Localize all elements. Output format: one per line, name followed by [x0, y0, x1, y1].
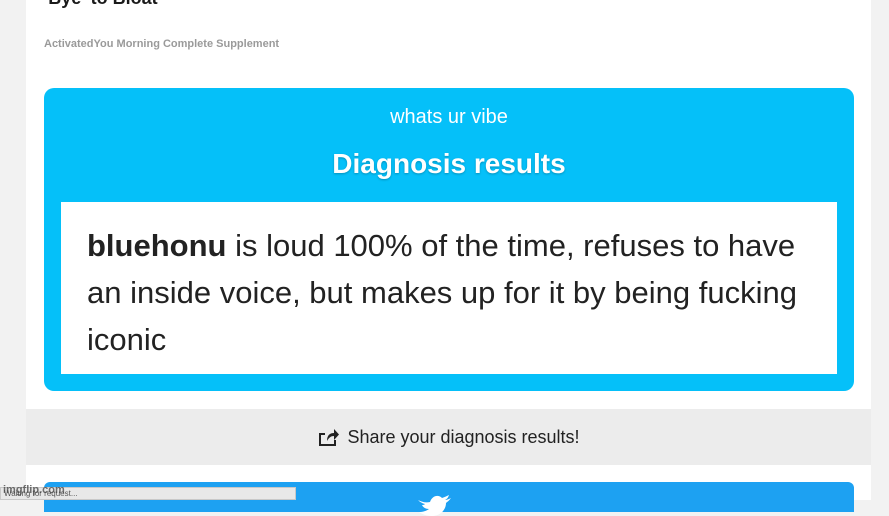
result-box: bluehonu is loud 100% of the time, refus… — [61, 202, 837, 374]
twitter-bird-icon — [418, 495, 451, 516]
share-button[interactable]: Share your diagnosis results! — [26, 409, 871, 465]
share-bar[interactable]: Share your diagnosis results! — [26, 409, 871, 465]
imgflip-watermark: imgflip.com — [3, 484, 65, 496]
card-title: Diagnosis results — [332, 148, 566, 179]
share-icon — [319, 429, 340, 446]
ad-headline-text[interactable]: 'Bye' to Bloat — [44, 0, 158, 8]
ad-source[interactable]: ActivatedYou Morning Complete Supplement — [44, 38, 279, 50]
share-label[interactable]: Share your diagnosis results! — [347, 427, 579, 448]
result-name: bluehonu — [87, 228, 227, 263]
card-subtitle: whats ur vibe — [390, 106, 508, 128]
ad-headline[interactable]: 'Bye' to Bloat — [44, 0, 844, 10]
page-container: 'Bye' to Bloat ActivatedYou Morning Comp… — [26, 0, 871, 516]
result-text: bluehonu is loud 100% of the time, refus… — [87, 222, 817, 363]
diagnosis-card: whats ur vibe Diagnosis results bluehonu… — [44, 88, 854, 391]
